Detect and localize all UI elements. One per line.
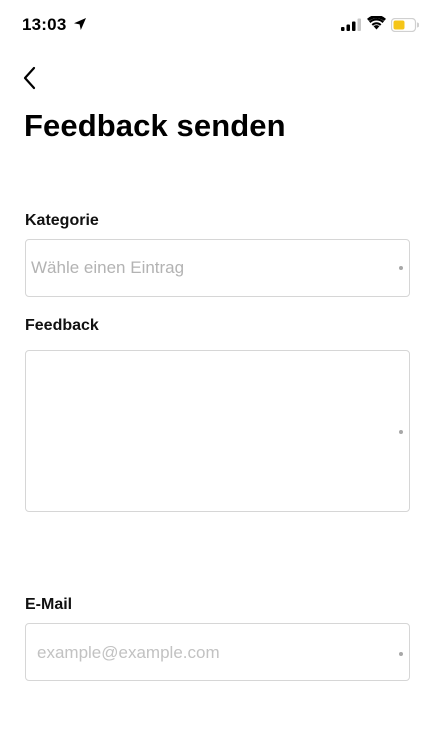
- chevron-left-icon: [22, 66, 36, 95]
- category-label: Kategorie: [25, 212, 99, 229]
- feedback-field[interactable]: [25, 350, 410, 512]
- status-bar: 13:03: [0, 0, 422, 52]
- battery-icon: [390, 17, 420, 33]
- email-label: E-Mail: [25, 596, 73, 613]
- field-indicator-icon: [399, 652, 403, 656]
- status-time: 13:03: [22, 15, 67, 34]
- category-select[interactable]: Wähle einen Eintrag: [25, 239, 410, 297]
- page-title: Feedback senden: [24, 108, 286, 143]
- category-placeholder: Wähle einen Eintrag: [31, 258, 185, 277]
- wifi-icon: [367, 15, 386, 31]
- field-indicator-icon: [399, 430, 403, 434]
- email-placeholder: example@example.com: [37, 643, 220, 662]
- back-button[interactable]: [16, 66, 42, 94]
- field-indicator-icon: [399, 266, 403, 270]
- location-arrow-icon: [73, 17, 87, 31]
- cellular-signal-icon: [341, 18, 361, 32]
- feedback-label: Feedback: [25, 317, 99, 334]
- feedback-textarea[interactable]: [26, 351, 409, 511]
- email-field[interactable]: example@example.com: [25, 623, 410, 681]
